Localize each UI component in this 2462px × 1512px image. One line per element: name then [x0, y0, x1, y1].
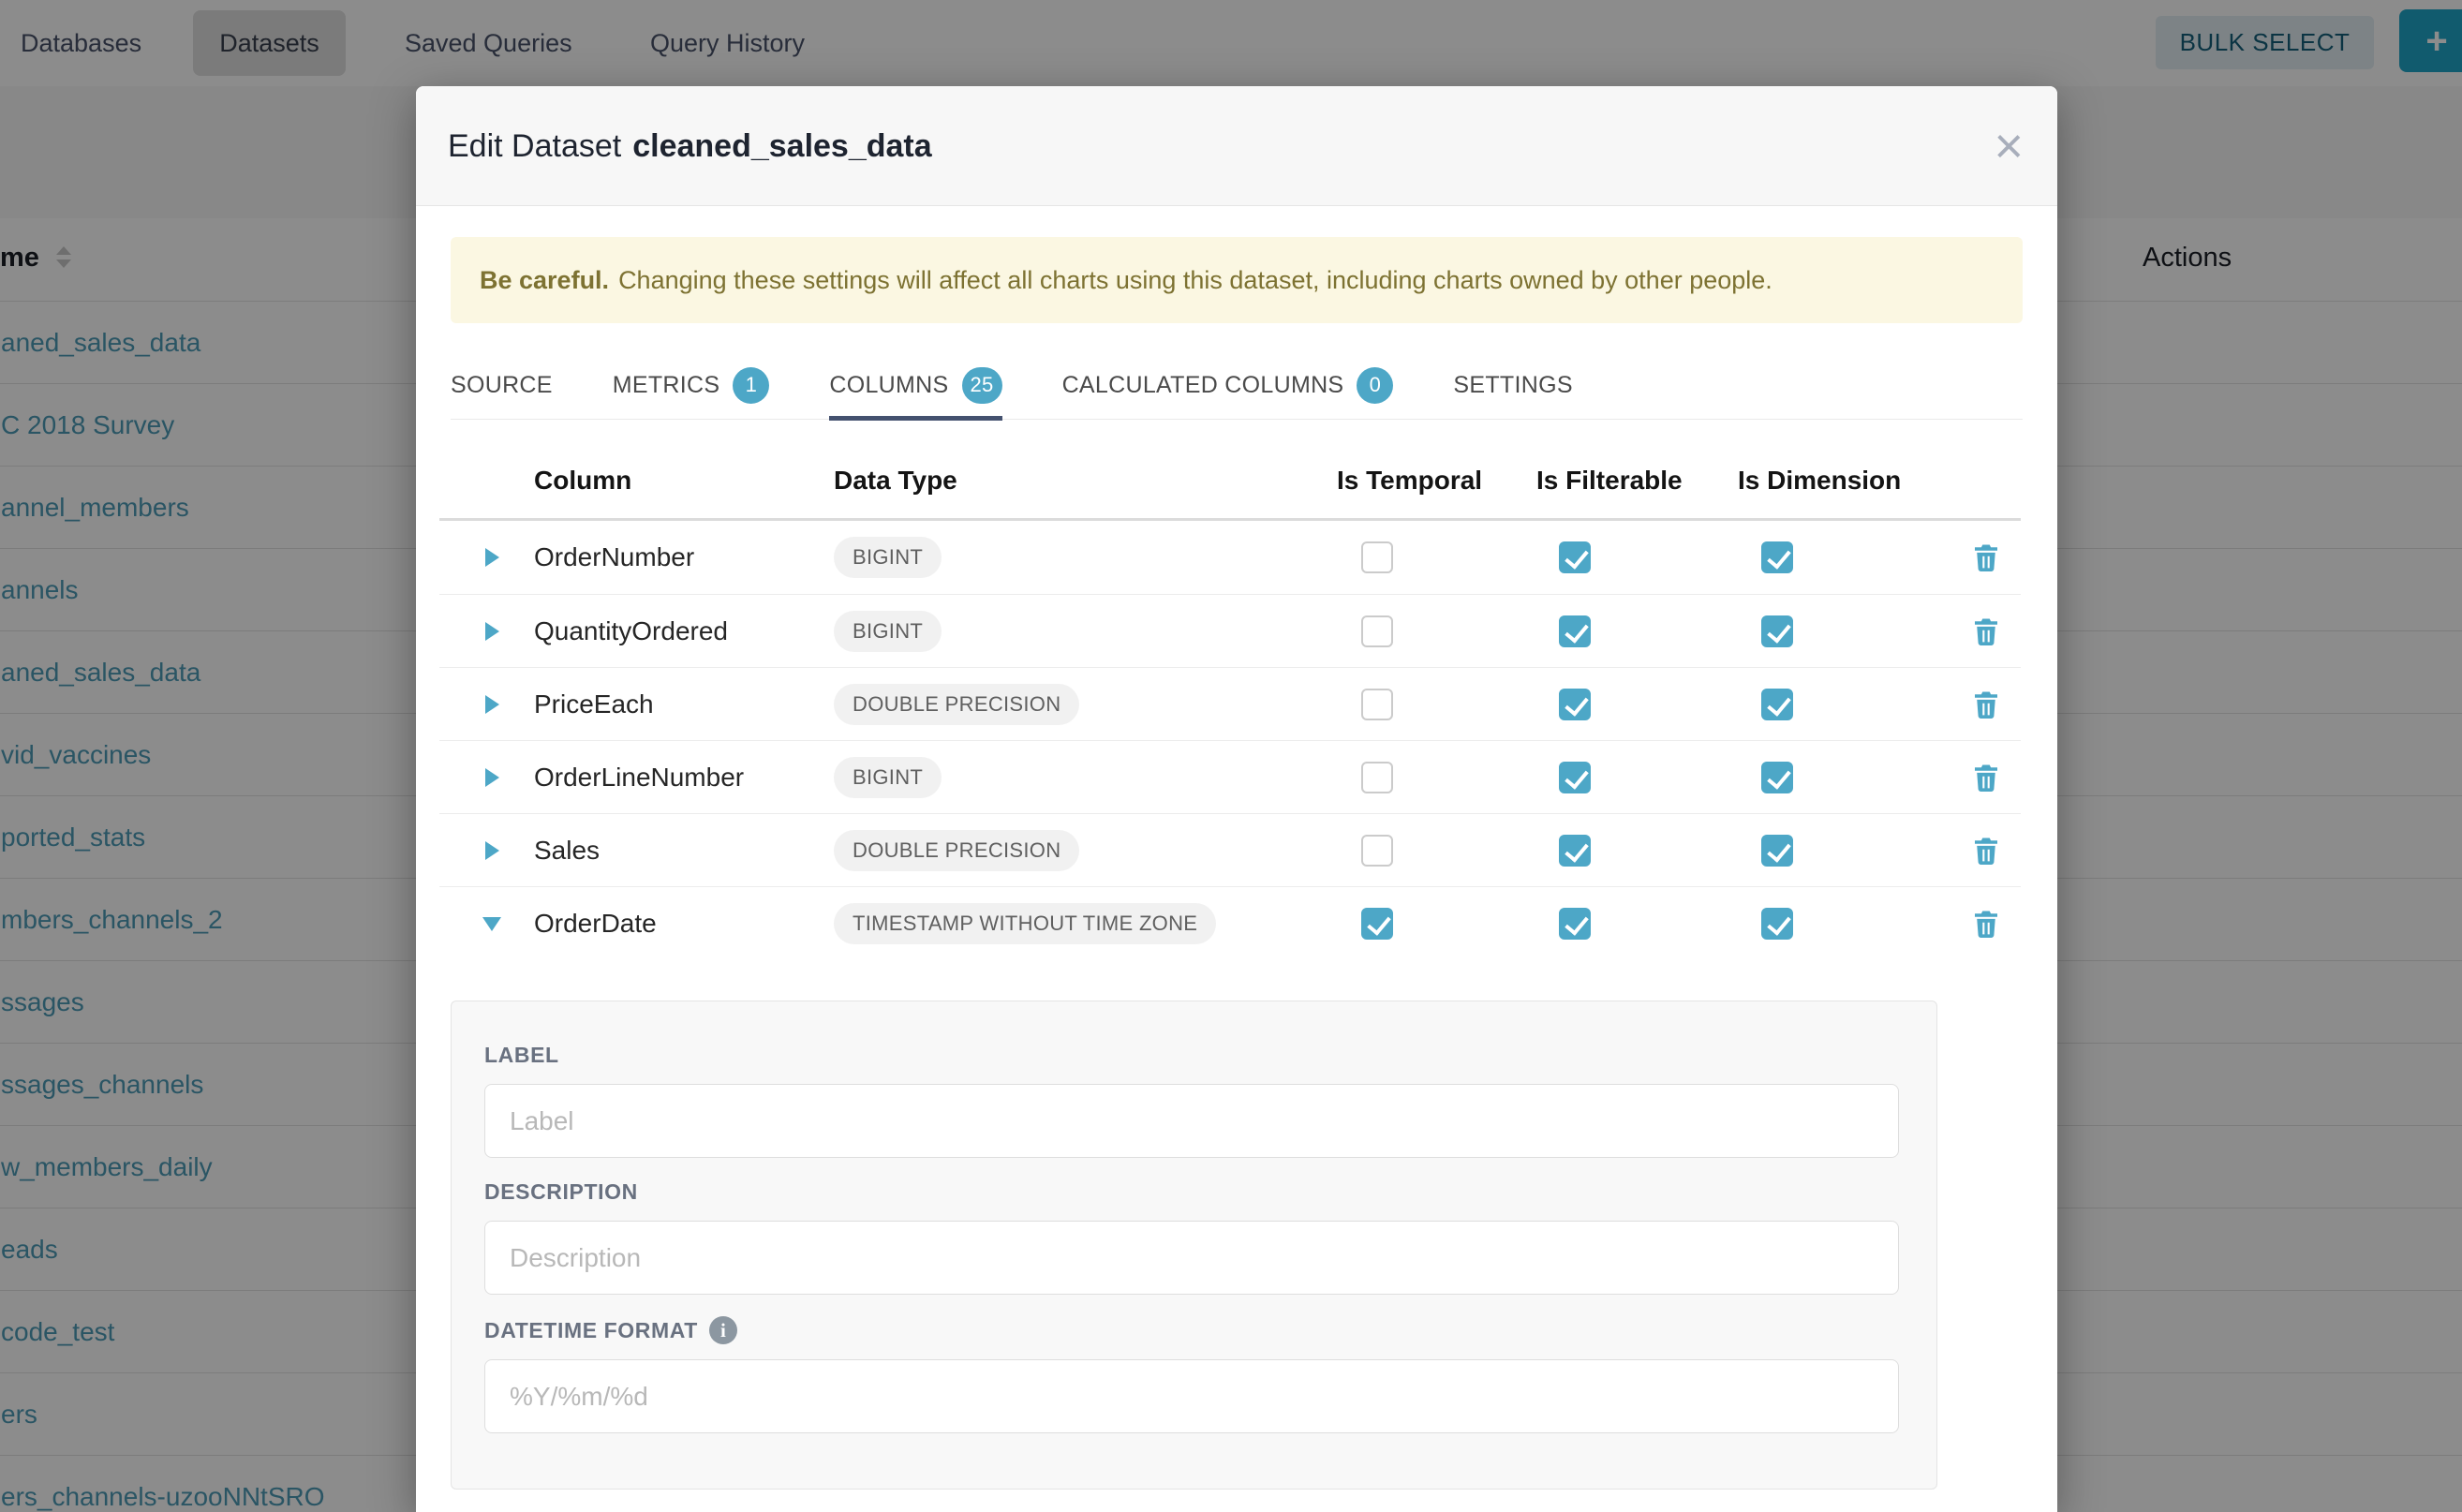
tab-label: CALCULATED COLUMNS — [1062, 372, 1344, 399]
checkbox-is-dimension[interactable] — [1761, 615, 1793, 647]
description-input[interactable] — [484, 1221, 1899, 1295]
column-name: OrderLineNumber — [534, 763, 744, 793]
checkbox-is-temporal[interactable] — [1361, 762, 1393, 793]
modal-header: Edit Dataset cleaned_sales_data × — [416, 86, 2057, 206]
warning-banner-text: Changing these settings will affect all … — [618, 266, 1772, 295]
column-name: QuantityOrdered — [534, 616, 728, 646]
data-type-pill: TIMESTAMP WITHOUT TIME ZONE — [834, 903, 1216, 944]
tab-label: SETTINGS — [1453, 372, 1572, 399]
info-icon[interactable]: i — [709, 1316, 737, 1344]
tab-label: METRICS — [613, 372, 720, 399]
column-name: PriceEach — [534, 689, 654, 719]
column-name: Sales — [534, 836, 600, 866]
trash-icon — [1969, 907, 2003, 941]
expand-caret-icon[interactable] — [485, 548, 499, 567]
trash-icon — [1969, 688, 2003, 721]
column-row: PriceEach DOUBLE PRECISION — [439, 667, 2021, 740]
tab-label: COLUMNS — [829, 372, 948, 399]
trash-icon — [1969, 834, 2003, 867]
data-type-pill: DOUBLE PRECISION — [834, 684, 1079, 725]
tab-columns[interactable]: COLUMNS 25 — [829, 351, 1001, 420]
modal-title-prefix: Edit Dataset — [448, 128, 621, 165]
modal-title-dataset-name: cleaned_sales_data — [632, 128, 931, 165]
edit-dataset-modal: Edit Dataset cleaned_sales_data × Be car… — [416, 86, 2057, 1512]
data-type-pill: BIGINT — [834, 611, 942, 652]
header-data-type: Data Type — [834, 466, 957, 496]
description-field-label: DESCRIPTION — [484, 1179, 638, 1205]
columns-table-body: OrderNumber BIGINT QuantityOrdered BIGINT Pr… — [439, 521, 2021, 959]
checkbox-is-dimension[interactable] — [1761, 689, 1793, 720]
checkbox-is-temporal[interactable] — [1361, 835, 1393, 867]
checkbox-is-dimension[interactable] — [1761, 908, 1793, 940]
tab-count-badge: 0 — [1357, 367, 1393, 404]
checkbox-is-temporal[interactable] — [1361, 615, 1393, 647]
expand-caret-icon[interactable] — [485, 695, 499, 714]
checkbox-is-filterable[interactable] — [1559, 541, 1591, 573]
checkbox-is-filterable[interactable] — [1559, 908, 1591, 940]
tab-source[interactable]: SOURCE — [451, 351, 553, 420]
header-is-filterable: Is Filterable — [1536, 466, 1683, 496]
data-type-pill: DOUBLE PRECISION — [834, 830, 1079, 871]
close-icon[interactable]: × — [1994, 86, 2024, 206]
tab-label: SOURCE — [451, 372, 553, 399]
delete-column-button[interactable] — [1969, 688, 2003, 721]
trash-icon — [1969, 615, 2003, 648]
delete-column-button[interactable] — [1969, 615, 2003, 648]
checkbox-is-dimension[interactable] — [1761, 541, 1793, 573]
column-detail-panel: LABEL DESCRIPTION DATETIME FORMAT i — [451, 1001, 1937, 1490]
trash-icon — [1969, 541, 2003, 574]
delete-column-button[interactable] — [1969, 907, 2003, 941]
checkbox-is-dimension[interactable] — [1761, 762, 1793, 793]
delete-column-button[interactable] — [1969, 834, 2003, 867]
checkbox-is-dimension[interactable] — [1761, 835, 1793, 867]
checkbox-is-filterable[interactable] — [1559, 689, 1591, 720]
column-row: QuantityOrdered BIGINT — [439, 594, 2021, 667]
datetime-format-input[interactable] — [484, 1359, 1899, 1433]
label-field-label: LABEL — [484, 1043, 559, 1068]
data-type-pill: BIGINT — [834, 757, 942, 798]
header-is-dimension: Is Dimension — [1738, 466, 1901, 496]
delete-column-button[interactable] — [1969, 761, 2003, 794]
expand-caret-icon[interactable] — [485, 841, 499, 860]
tab-settings[interactable]: SETTINGS — [1453, 351, 1572, 420]
collapse-caret-icon[interactable] — [482, 917, 501, 931]
tab-calculated-columns[interactable]: CALCULATED COLUMNS 0 — [1062, 351, 1394, 420]
header-is-temporal: Is Temporal — [1337, 466, 1482, 496]
tab-count-badge: 1 — [733, 367, 769, 404]
screen: Databases Datasets Saved Queries Query H… — [0, 0, 2462, 1512]
column-name: OrderDate — [534, 909, 657, 939]
label-input[interactable] — [484, 1084, 1899, 1158]
tab-count-badge: 25 — [962, 367, 1002, 404]
delete-column-button[interactable] — [1969, 541, 2003, 574]
checkbox-is-temporal[interactable] — [1361, 908, 1393, 940]
data-type-pill: BIGINT — [834, 537, 942, 578]
modal-title: Edit Dataset cleaned_sales_data — [448, 86, 932, 206]
column-row: Sales DOUBLE PRECISION — [439, 813, 2021, 886]
checkbox-is-temporal[interactable] — [1361, 689, 1393, 720]
checkbox-is-filterable[interactable] — [1559, 615, 1591, 647]
expand-caret-icon[interactable] — [485, 622, 499, 641]
column-row: OrderDate TIMESTAMP WITHOUT TIME ZONE — [439, 886, 2021, 959]
trash-icon — [1969, 761, 2003, 794]
modal-tabs: SOURCE METRICS 1 COLUMNS 25 CALCULATED COLUMN… — [451, 351, 2023, 420]
column-row: OrderNumber BIGINT — [439, 521, 2021, 594]
datetime-format-field-label: DATETIME FORMAT — [484, 1318, 698, 1343]
expand-caret-icon[interactable] — [485, 768, 499, 787]
column-name: OrderNumber — [534, 542, 694, 572]
header-column: Column — [534, 466, 631, 496]
warning-banner: Be careful. Changing these settings will… — [451, 237, 2023, 323]
tab-metrics[interactable]: METRICS 1 — [613, 351, 770, 420]
checkbox-is-filterable[interactable] — [1559, 762, 1591, 793]
checkbox-is-filterable[interactable] — [1559, 835, 1591, 867]
checkbox-is-temporal[interactable] — [1361, 541, 1393, 573]
column-row: OrderLineNumber BIGINT — [439, 740, 2021, 813]
warning-banner-bold: Be careful. — [480, 266, 609, 295]
columns-table-header: Column Data Type Is Temporal Is Filterab… — [439, 445, 2021, 521]
